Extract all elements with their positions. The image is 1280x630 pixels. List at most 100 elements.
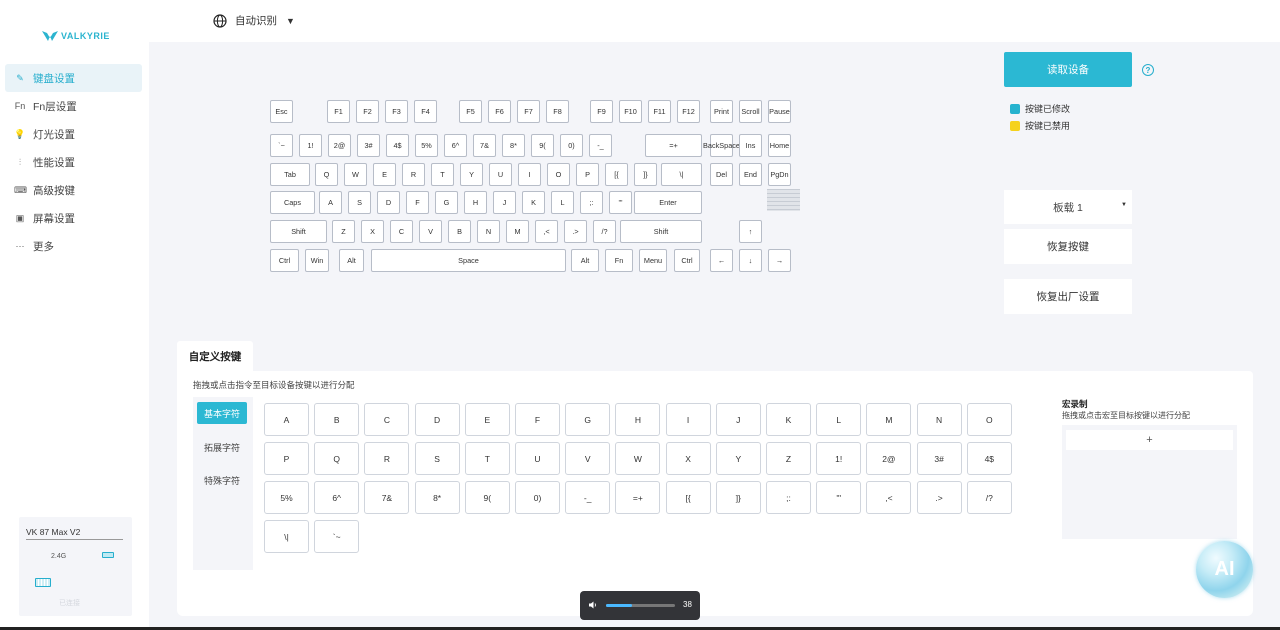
keyboard-key[interactable]: F5 <box>459 100 482 123</box>
char-key[interactable]: V <box>565 442 611 475</box>
char-key[interactable]: K <box>766 403 811 436</box>
ai-assistant-button[interactable]: AI <box>1196 541 1253 598</box>
keyboard-key[interactable]: Ctrl <box>674 249 700 272</box>
char-key[interactable]: T <box>464 442 510 475</box>
keyboard-key[interactable]: D <box>377 191 400 214</box>
keyboard-key[interactable]: K <box>522 191 545 214</box>
char-key[interactable]: P <box>264 442 309 475</box>
char-key[interactable]: D <box>414 403 460 436</box>
char-key[interactable]: 0) <box>515 481 560 514</box>
keyboard-key[interactable]: ↓ <box>739 249 762 272</box>
sidebar-item-0[interactable]: ✎ 键盘设置 <box>5 64 142 92</box>
keyboard-key[interactable]: H <box>464 191 487 214</box>
keyboard-key[interactable]: 7& <box>473 134 496 157</box>
char-key[interactable]: Q <box>314 442 360 475</box>
language-selector[interactable]: 自动识别 ▼ <box>213 13 295 28</box>
keyboard-key[interactable]: -_ <box>589 134 612 157</box>
char-key[interactable]: /? <box>966 481 1012 514</box>
char-key[interactable]: ]} <box>715 481 761 514</box>
keyboard-key[interactable]: F10 <box>619 100 642 123</box>
char-key[interactable]: C <box>364 403 410 436</box>
keyboard-key[interactable]: Print <box>710 100 733 123</box>
keyboard-key[interactable]: PgDn <box>768 163 791 186</box>
keyboard-key[interactable]: B <box>448 220 471 243</box>
sidebar-item-5[interactable]: ▣ 屏幕设置 <box>5 204 142 232</box>
keyboard-key[interactable]: Shift <box>270 220 327 243</box>
keyboard-key[interactable]: 2@ <box>328 134 351 157</box>
add-macro-button[interactable]: + <box>1066 430 1233 450</box>
char-key[interactable]: N <box>916 403 962 436</box>
keyboard-key[interactable]: F2 <box>356 100 379 123</box>
keyboard-key[interactable]: P <box>576 163 599 186</box>
profile-select[interactable]: 板载 1 ▼ <box>1004 190 1132 224</box>
keyboard-key[interactable]: =+ <box>645 134 702 157</box>
keyboard-key[interactable]: U <box>489 163 512 186</box>
char-key[interactable]: 3# <box>916 442 962 475</box>
keyboard-key[interactable]: Y <box>460 163 483 186</box>
keyboard-key[interactable]: Esc <box>270 100 293 123</box>
char-key[interactable]: X <box>665 442 711 475</box>
keyboard-key[interactable]: J <box>493 191 516 214</box>
char-key[interactable]: Z <box>766 442 811 475</box>
char-key[interactable]: [{ <box>665 481 711 514</box>
char-key[interactable]: 8* <box>414 481 460 514</box>
char-key[interactable]: 6^ <box>314 481 360 514</box>
device-card[interactable]: VK 87 Max V2 2.4G 已连接 <box>19 517 132 616</box>
keyboard-key[interactable]: S <box>348 191 371 214</box>
char-key[interactable]: A <box>264 403 309 436</box>
keyboard-key[interactable]: A <box>319 191 342 214</box>
keyboard-key[interactable]: F3 <box>385 100 408 123</box>
char-key[interactable]: B <box>314 403 360 436</box>
keyboard-key[interactable]: L <box>551 191 574 214</box>
keyboard-key[interactable]: E <box>373 163 396 186</box>
keyboard-key[interactable]: X <box>361 220 384 243</box>
keyboard-key[interactable]: T <box>431 163 454 186</box>
keyboard-key[interactable]: W <box>344 163 367 186</box>
char-key[interactable]: '" <box>816 481 862 514</box>
keyboard-key[interactable]: N <box>477 220 500 243</box>
keyboard-key[interactable]: F1 <box>327 100 350 123</box>
keyboard-key[interactable]: 8* <box>502 134 525 157</box>
keyboard-key[interactable]: \| <box>661 163 702 186</box>
keyboard-key[interactable]: Alt <box>571 249 599 272</box>
category-tab-2[interactable]: 特殊字符 <box>197 469 247 491</box>
keyboard-key[interactable]: V <box>419 220 442 243</box>
char-key[interactable]: S <box>414 442 460 475</box>
keyboard-key[interactable]: F4 <box>414 100 437 123</box>
keyboard-key[interactable]: [{ <box>605 163 628 186</box>
char-key[interactable]: O <box>966 403 1012 436</box>
sidebar-item-3[interactable]: ⫶ 性能设置 <box>5 148 142 176</box>
volume-wheel[interactable] <box>767 189 800 211</box>
keyboard-key[interactable]: F7 <box>517 100 540 123</box>
tab-custom-keys[interactable]: 自定义按键 <box>177 341 253 372</box>
sidebar-item-1[interactable]: Fn Fn层设置 <box>5 92 142 120</box>
char-key[interactable]: H <box>615 403 661 436</box>
help-icon[interactable]: ? <box>1142 64 1154 76</box>
char-key[interactable]: 5% <box>264 481 309 514</box>
keyboard-key[interactable]: 4$ <box>386 134 409 157</box>
char-key[interactable]: Y <box>715 442 761 475</box>
char-key[interactable]: W <box>615 442 661 475</box>
keyboard-key[interactable]: I <box>518 163 541 186</box>
char-key[interactable]: 1! <box>816 442 862 475</box>
keyboard-key[interactable]: F9 <box>590 100 613 123</box>
keyboard-key[interactable]: F11 <box>648 100 671 123</box>
keyboard-key[interactable]: Scroll <box>739 100 762 123</box>
keyboard-key[interactable]: Caps <box>270 191 315 214</box>
category-tab-0[interactable]: 基本字符 <box>197 402 247 424</box>
keyboard-key[interactable]: 1! <box>299 134 322 157</box>
char-key[interactable]: `~ <box>314 520 360 553</box>
category-tab-1[interactable]: 拓展字符 <box>197 436 247 458</box>
char-key[interactable]: -_ <box>565 481 611 514</box>
volume-slider[interactable] <box>606 604 675 607</box>
keyboard-key[interactable]: R <box>402 163 425 186</box>
keyboard-key[interactable]: ]} <box>634 163 657 186</box>
brand-logo[interactable]: VALKYRIE <box>42 30 110 42</box>
keyboard-key[interactable]: ;: <box>580 191 603 214</box>
char-key[interactable]: G <box>565 403 611 436</box>
keyboard-key[interactable]: ← <box>710 249 733 272</box>
keyboard-key[interactable]: Del <box>710 163 733 186</box>
keyboard-key[interactable]: Menu <box>639 249 667 272</box>
read-device-button[interactable]: 读取设备 <box>1004 52 1132 87</box>
char-key[interactable]: 9( <box>464 481 510 514</box>
